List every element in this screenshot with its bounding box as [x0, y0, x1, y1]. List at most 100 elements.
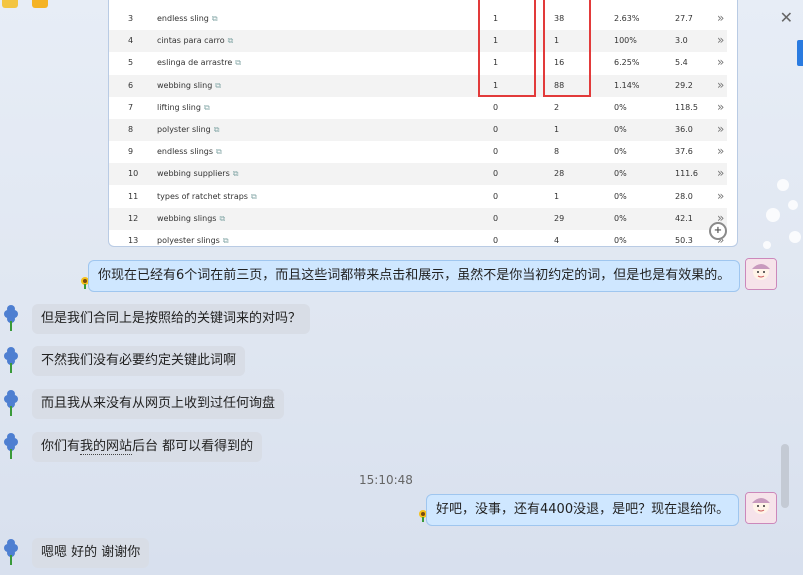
chat-message-incoming: 而且我从来没有从网页上收到过任何询盘: [32, 389, 285, 419]
external-link-icon[interactable]: ⧉: [233, 169, 239, 178]
table-row[interactable]: 3 endless sling ⧉ 1 38 2.63% 27.7»: [109, 8, 727, 30]
external-link-icon[interactable]: ⧉: [212, 14, 218, 23]
table-row[interactable]: 10 webbing suppliers ⧉ 0 28 0% 111.6 »: [109, 163, 727, 186]
ctr-cell: 0%: [614, 147, 627, 157]
contact-avatar[interactable]: [0, 346, 22, 374]
rank-cell: 6: [128, 80, 134, 90]
row-expand-icon[interactable]: »: [717, 78, 724, 92]
ctr-cell: 0%: [614, 102, 627, 112]
clicks-cell: 0: [493, 236, 499, 245]
row-expand-icon[interactable]: »: [717, 189, 724, 203]
keyword-link[interactable]: webbing suppliers ⧉: [157, 169, 238, 179]
chat-message-incoming: 但是我们合同上是按照给的关键词来的对吗？: [32, 304, 311, 334]
chat-message-outgoing: 你现在已经有6个词在前三页，而且这些词都带来点击和展示，虽然不是你当初约定的词，…: [88, 260, 741, 292]
chat-scrollbar[interactable]: [781, 444, 789, 508]
keyword-link[interactable]: endless slings ⧉: [157, 147, 222, 157]
keyword-link[interactable]: polyster sling ⧉: [157, 125, 219, 135]
message-text: 后台 都可以看得到的: [132, 439, 254, 454]
row-expand-icon[interactable]: »: [717, 122, 724, 136]
keyword-link[interactable]: types of ratchet straps ⧉: [157, 192, 257, 202]
external-link-icon[interactable]: ⧉: [204, 103, 210, 112]
zoom-in-icon[interactable]: +: [709, 222, 727, 240]
keyword-link[interactable]: webbing sling ⧉: [157, 81, 221, 91]
impressions-cell: 2: [554, 102, 560, 112]
row-expand-icon[interactable]: »: [717, 55, 724, 69]
ctr-cell: 0%: [614, 236, 627, 245]
close-icon[interactable]: ✕: [780, 8, 793, 27]
position-cell: 28.0: [675, 191, 693, 201]
external-link-icon[interactable]: ⧉: [214, 125, 220, 134]
ctr-cell: 1.14%: [614, 80, 640, 90]
table-row[interactable]: 6 webbing sling ⧉ 1 88 1.14% 29.2»: [109, 74, 727, 97]
position-cell: 50.3: [675, 236, 693, 245]
position-cell: 5.4: [675, 58, 688, 68]
position-cell: 3.0: [675, 36, 688, 46]
chat-message-incoming: 不然我们没有必要约定关键此词啊: [32, 346, 246, 376]
ctr-cell: 100%: [614, 36, 637, 46]
impressions-cell: 1: [554, 125, 560, 134]
row-expand-icon[interactable]: »: [717, 33, 724, 47]
external-link-icon[interactable]: ⧉: [228, 36, 234, 45]
message-text: 你们有: [41, 439, 81, 454]
rank-cell: 12: [128, 213, 139, 223]
rank-cell: 3: [128, 14, 134, 23]
position-cell: 37.6: [675, 147, 693, 157]
side-panel-tab[interactable]: [797, 40, 803, 66]
table-row[interactable]: 12 webbing slings ⧉ 0 29 0% 42.1»: [109, 207, 727, 230]
row-expand-icon[interactable]: »: [717, 100, 724, 114]
keyword-link[interactable]: lifting sling ⧉: [157, 103, 210, 113]
user-avatar[interactable]: [745, 258, 777, 290]
ctr-cell: 2.63%: [614, 14, 640, 23]
table-row[interactable]: 8 polyster sling ⧉ 0 1 0% 36.0 »: [109, 119, 727, 141]
table-row[interactable]: 13 polyester slings ⧉ 0 4 0% 50.3»: [109, 230, 727, 246]
star-icon[interactable]: [32, 0, 48, 8]
external-link-icon[interactable]: ⧉: [219, 214, 225, 223]
smiley-icon[interactable]: [2, 0, 18, 8]
contact-avatar[interactable]: [0, 389, 22, 417]
keyword-link[interactable]: endless sling ⧉: [157, 14, 218, 24]
keyword-link[interactable]: eslinga de arrastre ⧉: [157, 58, 241, 68]
external-link-icon[interactable]: ⧉: [216, 147, 222, 156]
keyword-link[interactable]: 我的网站: [80, 439, 133, 455]
user-avatar[interactable]: [745, 492, 777, 524]
clicks-cell: 0: [493, 191, 499, 201]
rank-cell: 9: [128, 147, 134, 157]
chat-message-incoming: 嗯嗯 好的 谢谢你: [32, 538, 150, 568]
shared-screenshot[interactable]: 3 endless sling ⧉ 1 3 8 2.63% 27.7 » 4 cintas para…: [108, 0, 738, 247]
ctr-cell: 0%: [614, 169, 627, 179]
clicks-cell: 0: [493, 125, 499, 134]
contact-avatar[interactable]: [0, 538, 22, 566]
external-link-icon[interactable]: ⧉: [215, 81, 221, 90]
position-cell: 118.5: [675, 102, 698, 112]
rank-cell: 11: [128, 191, 139, 201]
row-expand-icon[interactable]: »: [717, 144, 724, 158]
external-link-icon[interactable]: ⧉: [223, 236, 229, 245]
keyword-link[interactable]: polyester slings ⧉: [157, 236, 229, 246]
table-row[interactable]: 5 eslinga de arrastre ⧉ 1 16 6.25% 5.4»: [109, 52, 727, 74]
position-cell: 27.7: [675, 14, 693, 23]
keyword-link[interactable]: webbing slings ⧉: [157, 214, 225, 224]
position-cell: 42.1: [675, 213, 693, 223]
rank-cell: 10: [128, 169, 139, 179]
keyword-link[interactable]: cintas para carro ⧉: [157, 36, 233, 46]
row-expand-icon[interactable]: »: [717, 166, 724, 180]
impressions-cell: 8: [554, 147, 560, 157]
table-row[interactable]: 9 endless slings ⧉ 0 8 0% 37.6 »: [109, 141, 727, 163]
rank-cell: 7: [128, 102, 134, 112]
ctr-cell: 0%: [614, 125, 627, 134]
table-row[interactable]: 7 lifting sling ⧉ 0 2 0% 118.5 »: [109, 97, 727, 119]
external-link-icon[interactable]: ⧉: [235, 58, 241, 67]
impressions-cell: 1: [554, 191, 560, 201]
contact-avatar[interactable]: [0, 432, 22, 460]
rank-cell: 4: [128, 36, 134, 46]
rank-cell: 8: [128, 125, 134, 134]
impressions-cell: 28: [554, 169, 565, 179]
table-row[interactable]: 11 types of ratchet straps ⧉ 0 1 0% 28.0 »: [109, 186, 727, 208]
impressions-cell: 4: [554, 236, 560, 245]
decorative-flowers-icon: [763, 179, 801, 249]
external-link-icon[interactable]: ⧉: [251, 192, 257, 201]
row-expand-icon[interactable]: »: [717, 11, 724, 25]
ctr-cell: 6.25%: [614, 58, 640, 68]
table-row[interactable]: 4 cintas para carro ⧉ 1 1 100% 3.0»: [109, 30, 727, 53]
contact-avatar[interactable]: [0, 304, 22, 332]
